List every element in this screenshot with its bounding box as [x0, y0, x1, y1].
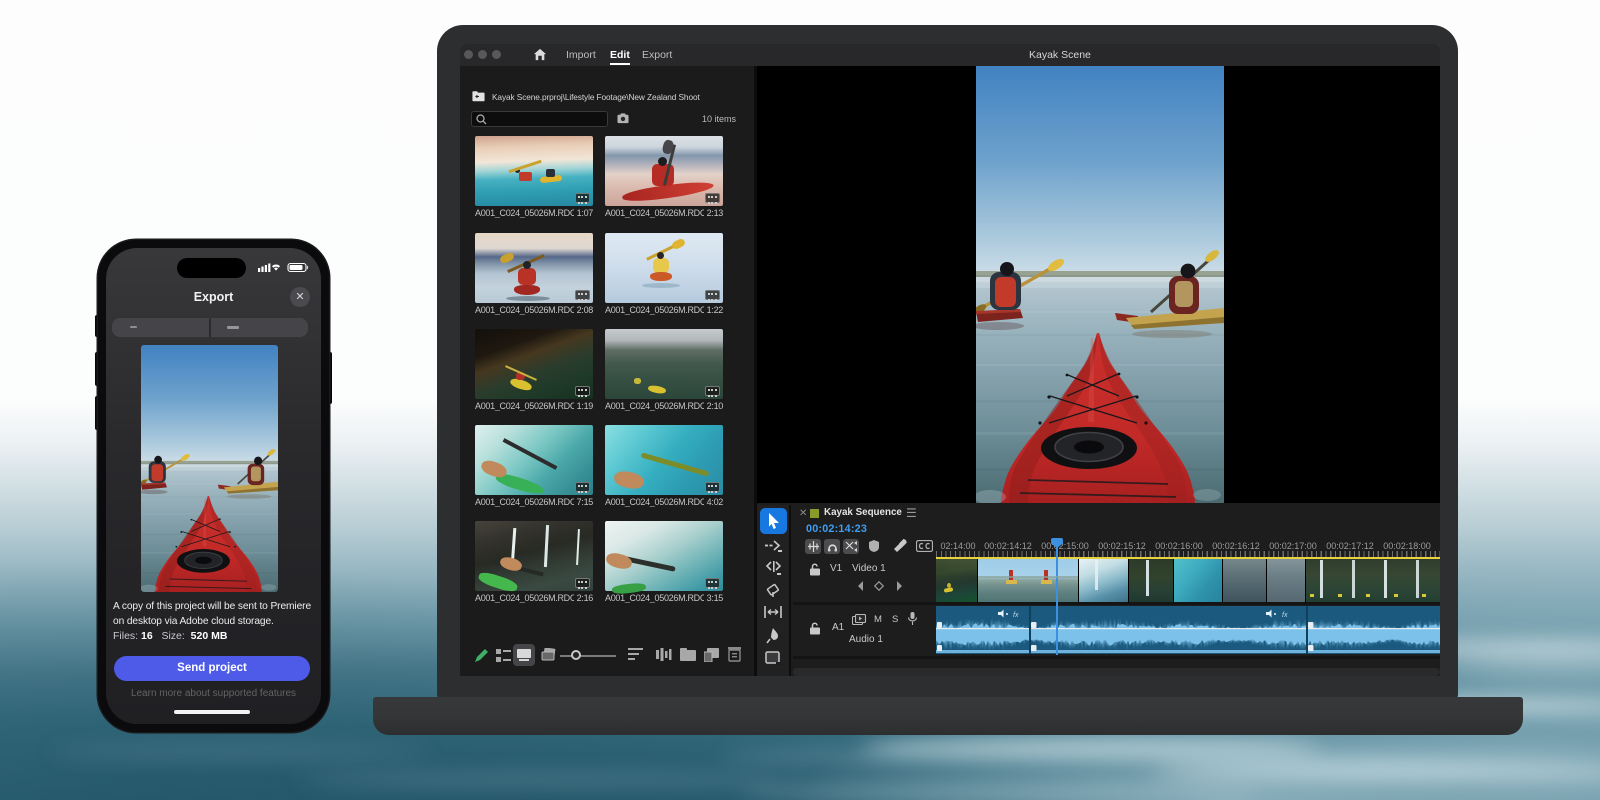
- svg-text:fx: fx: [1282, 612, 1288, 619]
- svg-text:fx: fx: [1013, 612, 1019, 619]
